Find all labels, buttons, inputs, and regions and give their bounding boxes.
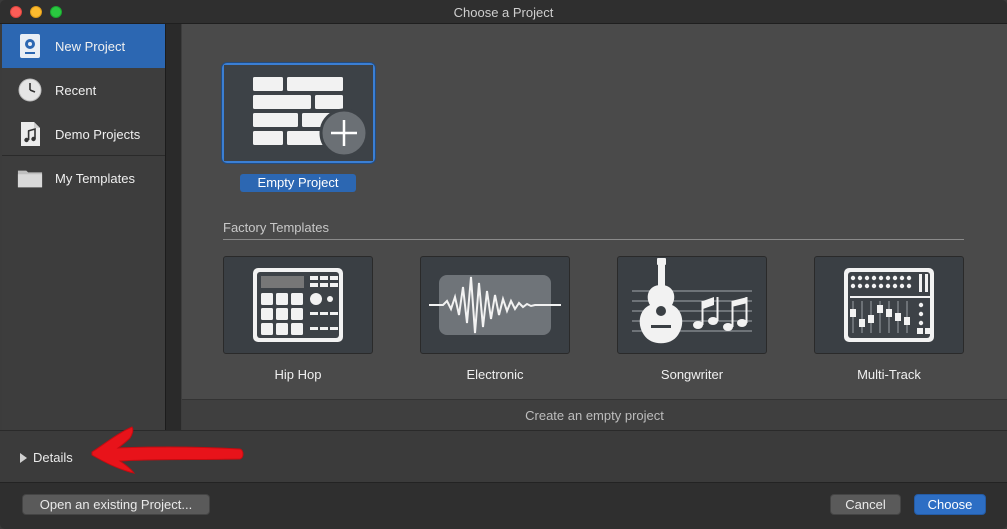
sidebar-item-label: My Templates	[55, 170, 135, 186]
choose-button[interactable]: Choose	[914, 494, 986, 515]
title-bar: Choose a Project	[0, 0, 1007, 24]
folder-icon	[17, 165, 43, 191]
empty-project-tile[interactable]	[222, 63, 375, 163]
sidebar-item-new-project[interactable]: New Project	[2, 24, 165, 68]
template-label-songwriter: Songwriter	[660, 367, 724, 382]
waveform-icon	[429, 275, 561, 335]
sidebar-item-recent[interactable]: Recent	[2, 68, 165, 112]
template-tile-electronic[interactable]	[420, 256, 570, 354]
bottom-button-bar: Open an existing Project... Cancel Choos…	[0, 482, 1007, 529]
music-document-icon	[17, 121, 43, 147]
mixer-icon	[844, 268, 934, 342]
sidebar-item-label: Demo Projects	[55, 126, 141, 142]
template-tile-multi-track[interactable]	[814, 256, 964, 354]
red-arrow-annotation-icon	[91, 426, 244, 474]
empty-project-label[interactable]: Empty Project	[240, 174, 356, 192]
section-title: Factory Templates	[223, 220, 329, 235]
sidebar-item-my-templates[interactable]: My Templates	[2, 156, 165, 200]
sidebar-splitter[interactable]	[165, 24, 181, 430]
details-label: Details	[33, 450, 73, 465]
details-disclosure[interactable]: Details	[20, 450, 73, 465]
template-label-multi-track: Multi-Track	[857, 367, 921, 382]
cancel-button[interactable]: Cancel	[830, 494, 901, 515]
project-chooser-main: Empty Project Factory Templates Hip Hop …	[182, 24, 1007, 399]
template-tile-hip-hop[interactable]	[223, 256, 373, 354]
template-label-hip-hop: Hip Hop	[274, 367, 322, 382]
choose-project-window: Choose a Project New Project Recent Demo…	[0, 0, 1007, 529]
sidebar: New Project Recent Demo Projects My Temp…	[2, 24, 165, 430]
sidebar-item-demo-projects[interactable]: Demo Projects	[2, 112, 165, 156]
disclosure-triangle-icon[interactable]	[20, 452, 27, 463]
clock-icon	[17, 77, 43, 103]
guitar-notes-icon	[632, 258, 752, 344]
window-title: Choose a Project	[453, 5, 554, 20]
sidebar-item-label: Recent	[55, 82, 97, 98]
sidebar-item-label: New Project	[55, 38, 126, 54]
details-panel: Details	[0, 426, 1007, 482]
new-project-icon	[17, 33, 43, 59]
empty-project-icon	[224, 65, 373, 161]
drum-machine-icon	[253, 268, 343, 342]
open-existing-project-button[interactable]: Open an existing Project...	[22, 494, 210, 515]
template-label-electronic: Electronic	[466, 367, 524, 382]
section-divider	[223, 239, 964, 240]
template-tile-songwriter[interactable]	[617, 256, 767, 354]
status-bar: Create an empty project	[182, 399, 1007, 430]
